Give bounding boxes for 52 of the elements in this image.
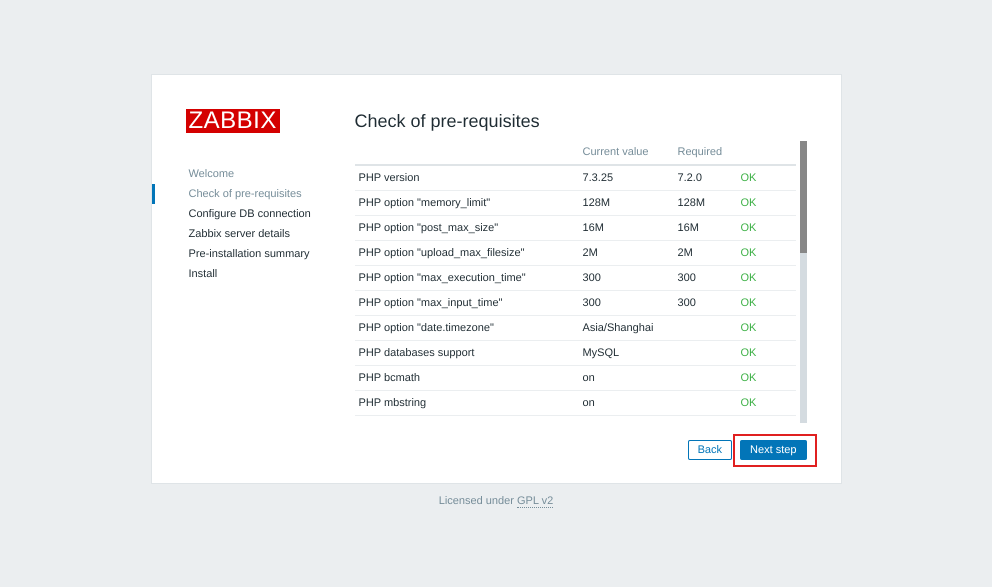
table-cell-text: 128M [582, 196, 612, 211]
table-cell-text: on [582, 370, 596, 386]
status-cell-text: OK [740, 220, 756, 236]
status-cell-text: OK [740, 246, 756, 261]
table-cell-text: 2M [678, 246, 694, 261]
table-cell-text: 7.3.25 [582, 170, 614, 186]
table-cell-text: 7.2.0 [678, 170, 703, 186]
status-cell-text: OK [740, 196, 756, 211]
table-cell-text: PHP bcmath [358, 370, 422, 386]
step-item[interactable]: Zabbix server details [152, 224, 354, 244]
back-button[interactable]: Back [688, 440, 732, 460]
column-header: Required [678, 145, 724, 160]
step-item[interactable]: Pre-installation summary [152, 244, 354, 264]
next-button[interactable]: Next step [740, 440, 806, 460]
table-cell-text: PHP mbstring [358, 396, 428, 411]
license-link[interactable]: GPL v2 [517, 495, 554, 508]
scroll-bar[interactable] [800, 141, 806, 423]
table-cell-text: 16M [582, 220, 605, 236]
table-cell-text: 300 [582, 296, 602, 311]
step-item[interactable]: Welcome [152, 164, 354, 184]
license-text: Licensed under [438, 495, 514, 507]
table-cell-text: 16M [678, 220, 700, 236]
step-item[interactable]: Configure DB connection [152, 204, 354, 224]
status-cell-text: OK [740, 296, 756, 311]
table-cell-text: 300 [582, 270, 602, 286]
table-cell-text: PHP option "date.timezone" [358, 320, 495, 336]
page-title: Check of pre-requisites [354, 111, 541, 133]
table-cell-text: PHP option "post_max_size" [358, 220, 500, 236]
table-cell-text: Asia/Shanghai [582, 320, 654, 336]
table-cell-text: 128M [678, 196, 706, 211]
status-cell-text: OK [740, 396, 756, 411]
table-cell-text: PHP option "upload_max_filesize" [358, 246, 526, 261]
table-cell-text: MySQL [582, 346, 620, 361]
table-cell-text: PHP option "memory_limit" [358, 196, 492, 211]
scroll-thumb[interactable] [800, 141, 806, 253]
table-cell-text: 300 [678, 270, 697, 286]
status-cell-text: OK [740, 170, 756, 186]
status-cell-text: OK [740, 346, 756, 361]
status-cell-text: OK [740, 320, 756, 336]
table-cell-text: PHP option "max_execution_time" [358, 270, 527, 286]
table-cell-text: 300 [678, 296, 697, 311]
table-cell-text: 2M [582, 246, 599, 261]
table-cell-text: PHP option "max_input_time" [358, 296, 504, 311]
table-cell-text: PHP version [358, 170, 420, 186]
step-item[interactable]: Check of pre-requisites [152, 184, 354, 204]
table-cell-text: on [582, 396, 596, 411]
logo: ZABBIX [186, 109, 280, 133]
status-cell-text: OK [740, 370, 756, 386]
status-cell-text: OK [740, 270, 756, 286]
column-header: Current value [582, 145, 650, 160]
step-item[interactable]: Install [152, 264, 354, 284]
table-cell-text: PHP databases support [358, 346, 476, 361]
